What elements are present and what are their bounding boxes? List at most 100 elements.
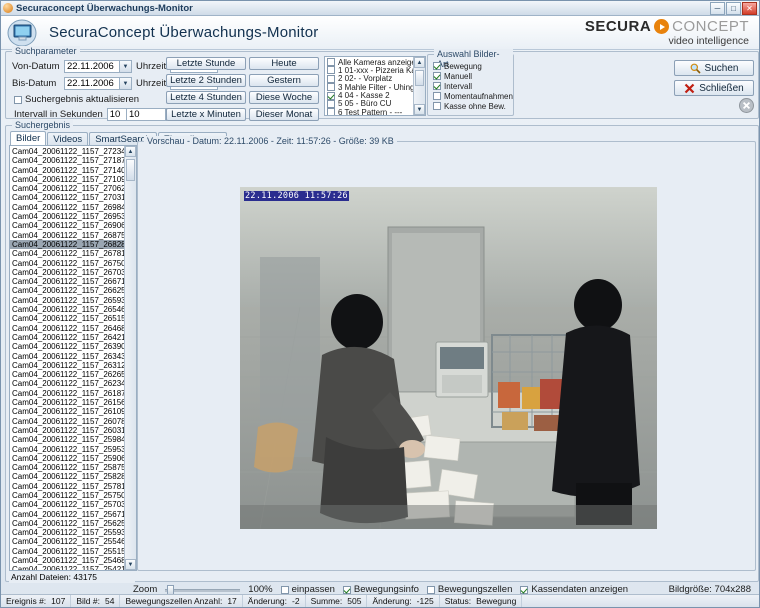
button-last-hour[interactable]: Letzte Stunde	[166, 57, 246, 70]
checkbox-icon[interactable]	[433, 92, 441, 100]
image-type-item-0[interactable]: Bewegung	[433, 62, 513, 71]
button-this-week[interactable]: Diese Woche	[249, 91, 319, 104]
list-item[interactable]: Cam04_20061122_1157_27234	[10, 147, 125, 156]
list-item[interactable]: Cam04_20061122_1157_26828	[10, 239, 125, 250]
list-item[interactable]: Cam04_20061122_1157_26343	[10, 352, 125, 361]
list-item[interactable]: Cam04_20061122_1157_26984	[10, 203, 125, 212]
checkbox-icon[interactable]	[433, 102, 441, 110]
list-item[interactable]: Cam04_20061122_1157_26906	[10, 221, 125, 230]
list-item[interactable]: Cam04_20061122_1157_26031	[10, 426, 125, 435]
list-item[interactable]: Cam04_20061122_1157_27031	[10, 193, 125, 202]
list-item[interactable]: Cam04_20061122_1157_26234	[10, 379, 125, 388]
close-button[interactable]: ✕	[742, 1, 757, 15]
list-item[interactable]: Cam04_20061122_1157_27109	[10, 175, 125, 184]
list-item[interactable]: Cam04_20061122_1157_25875	[10, 463, 125, 472]
checkbox-icon[interactable]	[327, 66, 335, 75]
bis-datum-combo[interactable]: 22.11.2006 ▼	[64, 77, 132, 90]
button-today[interactable]: Heute	[249, 57, 319, 70]
checkbox-icon[interactable]	[426, 585, 435, 594]
list-item[interactable]: Cam04_20061122_1157_26953	[10, 212, 125, 221]
button-yesterday[interactable]: Gestern	[249, 74, 319, 87]
list-item[interactable]: Cam04_20061122_1157_27062	[10, 184, 125, 193]
cancel-circle-icon[interactable]	[739, 98, 754, 116]
button-this-month[interactable]: Dieser Monat	[249, 108, 319, 121]
camera-list-scrollbar[interactable]: ▲ ▼	[413, 57, 425, 115]
refresh-result-checkbox[interactable]: Suchergebnis aktualisieren	[14, 94, 139, 105]
list-item[interactable]: Cam04_20061122_1157_25750	[10, 491, 125, 500]
checkbox-icon[interactable]	[327, 108, 335, 115]
list-item[interactable]: Cam04_20061122_1157_25953	[10, 445, 125, 454]
interval-minutes-input[interactable]: 10	[126, 108, 166, 121]
list-item[interactable]: Cam04_20061122_1157_27140	[10, 166, 125, 175]
checkbox-icon[interactable]	[327, 83, 335, 92]
camera-item-2[interactable]: 2 02- - Vorplatz	[325, 74, 414, 83]
list-item[interactable]: Cam04_20061122_1157_26312	[10, 361, 125, 370]
list-item[interactable]: Cam04_20061122_1157_25906	[10, 454, 125, 463]
list-item[interactable]: Cam04_20061122_1157_26593	[10, 296, 125, 305]
scroll-down-icon[interactable]: ▼	[414, 104, 425, 115]
button-last-4-hours[interactable]: Letzte 4 Stunden	[166, 91, 246, 104]
checkbox-icon[interactable]	[433, 62, 441, 70]
list-item[interactable]: Cam04_20061122_1157_25546	[10, 537, 125, 546]
image-type-item-1[interactable]: Manuell	[433, 72, 513, 81]
list-item[interactable]: Cam04_20061122_1157_26703	[10, 268, 125, 277]
list-item[interactable]: Cam04_20061122_1157_25671	[10, 510, 125, 519]
maximize-button[interactable]: □	[726, 1, 741, 15]
file-list-scrollbar[interactable]: ▲ ▼	[124, 146, 136, 570]
checkbox-icon[interactable]	[433, 72, 441, 80]
checkbox-icon[interactable]	[327, 99, 335, 108]
tab-bilder[interactable]: Bilder	[10, 131, 47, 146]
camera-item-1[interactable]: 1 01-xxx - Pizzeria Kalberer	[325, 66, 425, 75]
camera-item-6[interactable]: 6 Test Pattern - ---	[325, 108, 414, 115]
checkbox-icon[interactable]	[327, 91, 335, 100]
checkbox-icon[interactable]	[433, 82, 441, 90]
list-item[interactable]: Cam04_20061122_1157_26421	[10, 333, 125, 342]
chevron-down-icon[interactable]: ▼	[119, 78, 131, 89]
camera-list[interactable]: Alle Kameras anzeigen 1 01-xxx - Pizzeria…	[324, 56, 426, 116]
list-item[interactable]: Cam04_20061122_1157_25703	[10, 500, 125, 509]
list-item[interactable]: Cam04_20061122_1157_26390	[10, 342, 125, 351]
button-last-2-hours[interactable]: Letzte 2 Stunden	[166, 74, 246, 87]
video-frame[interactable]: 22.11.2006 11:57:26	[240, 187, 657, 529]
list-item[interactable]: Cam04_20061122_1157_25593	[10, 528, 125, 537]
scroll-up-icon[interactable]: ▲	[125, 146, 136, 157]
close-dialog-button[interactable]: Schließen	[674, 80, 754, 96]
list-item[interactable]: Cam04_20061122_1157_25625	[10, 519, 125, 528]
list-item[interactable]: Cam04_20061122_1157_26156	[10, 398, 125, 407]
minimize-button[interactable]: ─	[710, 1, 725, 15]
list-item[interactable]: Cam04_20061122_1157_25515	[10, 547, 125, 556]
list-item[interactable]: Cam04_20061122_1157_26781	[10, 249, 125, 258]
list-item[interactable]: Cam04_20061122_1157_26187	[10, 389, 125, 398]
list-item[interactable]: Cam04_20061122_1157_25984	[10, 435, 125, 444]
list-item[interactable]: Cam04_20061122_1157_26078	[10, 417, 125, 426]
camera-item-3[interactable]: 3 Mahle Filter - Uhingen Büro	[325, 83, 425, 92]
checkbox-icon[interactable]	[342, 585, 351, 594]
checkbox-icon[interactable]	[280, 585, 289, 594]
checkbox-icon[interactable]	[14, 95, 22, 104]
image-type-item-2[interactable]: Intervall	[433, 82, 513, 91]
camera-item-5[interactable]: 5 05 - Büro CU	[325, 99, 414, 108]
camera-item-0[interactable]: Alle Kameras anzeigen	[325, 58, 420, 67]
tab-videos[interactable]: Videos	[47, 132, 89, 146]
list-item[interactable]: Cam04_20061122_1157_25828	[10, 472, 125, 481]
scrollbar-thumb[interactable]	[415, 70, 424, 86]
von-datum-combo[interactable]: 22.11.2006 ▼	[64, 60, 132, 73]
button-last-x-minutes[interactable]: Letzte x Minuten	[166, 108, 246, 121]
list-item[interactable]: Cam04_20061122_1157_26546	[10, 305, 125, 314]
list-item[interactable]: Cam04_20061122_1157_26750	[10, 259, 125, 268]
list-item[interactable]: Cam04_20061122_1157_27187	[10, 156, 125, 165]
list-item[interactable]: Cam04_20061122_1157_26515	[10, 314, 125, 323]
list-item[interactable]: Cam04_20061122_1157_26671	[10, 277, 125, 286]
scrollbar-thumb[interactable]	[126, 159, 135, 181]
list-item[interactable]: Cam04_20061122_1157_26625	[10, 286, 125, 295]
file-list[interactable]: Cam04_20061122_1157_27234 Cam04_20061122_…	[9, 145, 137, 571]
chevron-down-icon[interactable]: ▼	[119, 61, 131, 72]
scroll-up-icon[interactable]: ▲	[414, 57, 425, 68]
list-item[interactable]: Cam04_20061122_1157_25421	[10, 565, 125, 570]
list-item[interactable]: Cam04_20061122_1157_26265	[10, 370, 125, 379]
list-item[interactable]: Cam04_20061122_1157_26875	[10, 231, 125, 240]
checkbox-icon[interactable]	[520, 585, 529, 594]
list-item[interactable]: Cam04_20061122_1157_25781	[10, 482, 125, 491]
checkbox-icon[interactable]	[327, 58, 335, 66]
camera-item-4[interactable]: 4 04 - Kasse 2	[325, 91, 414, 100]
